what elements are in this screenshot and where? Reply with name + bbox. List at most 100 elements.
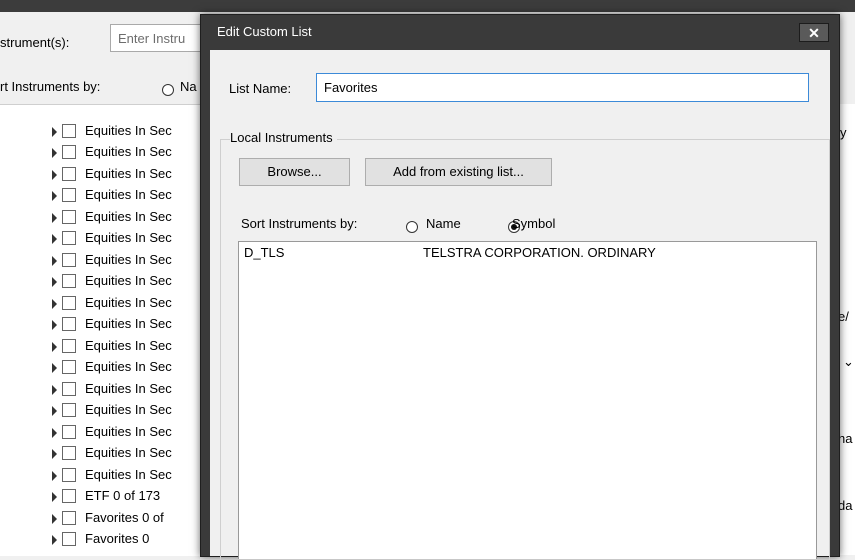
- tree-item[interactable]: Equities In Sec: [52, 143, 212, 163]
- list-item[interactable]: D_TLS TELSTRA CORPORATION. ORDINARY: [239, 242, 816, 262]
- expand-arrow-icon[interactable]: [52, 256, 57, 266]
- tree-item-label: Equities In Sec: [85, 166, 172, 181]
- tree-item-checkbox[interactable]: [62, 382, 76, 396]
- tree-item-checkbox[interactable]: [62, 167, 76, 181]
- tree-item-checkbox[interactable]: [62, 468, 76, 482]
- tree-item-checkbox[interactable]: [62, 231, 76, 245]
- tree-item-label: ETF 0 of 173: [85, 488, 161, 503]
- browse-button[interactable]: Browse...: [239, 158, 350, 186]
- instruments-search-input[interactable]: Enter Instru: [110, 24, 206, 52]
- tree-item-label: Equities In Sec: [85, 402, 172, 417]
- expand-arrow-icon[interactable]: [52, 277, 57, 287]
- tree-item-checkbox[interactable]: [62, 188, 76, 202]
- expand-arrow-icon[interactable]: [52, 213, 57, 223]
- local-instruments-group-label: Local Instruments: [230, 130, 337, 145]
- background-sort-label: rt Instruments by:: [0, 79, 101, 94]
- expand-arrow-icon[interactable]: [52, 342, 57, 352]
- expand-arrow-icon[interactable]: [52, 127, 57, 137]
- tree-item[interactable]: Equities In Sec: [52, 315, 212, 335]
- tree-item-label: Equities In Sec: [85, 316, 172, 331]
- tree-item-label: Equities In Sec: [85, 295, 172, 310]
- tree-item-checkbox[interactable]: [62, 145, 76, 159]
- list-name-input[interactable]: Favorites: [316, 73, 809, 102]
- instrument-name: TELSTRA CORPORATION. ORDINARY: [423, 245, 656, 260]
- tree-item[interactable]: Favorites 0: [52, 530, 212, 550]
- right-panel-fragment: da: [838, 498, 853, 513]
- tree-item-label: Equities In Sec: [85, 359, 172, 374]
- expand-arrow-icon[interactable]: [52, 234, 57, 244]
- tree-item-checkbox[interactable]: [62, 446, 76, 460]
- tree-item-label: Favorites 0 of: [85, 510, 164, 525]
- expand-arrow-icon[interactable]: [52, 320, 57, 330]
- tree-item[interactable]: Equities In Sec: [52, 444, 212, 464]
- expand-arrow-icon[interactable]: [52, 449, 57, 459]
- expand-arrow-icon[interactable]: [52, 385, 57, 395]
- tree-item[interactable]: Equities In Sec: [52, 186, 212, 206]
- expand-arrow-icon[interactable]: [52, 428, 57, 438]
- sort-by-name-radio[interactable]: [406, 221, 418, 233]
- tree-item[interactable]: Equities In Sec: [52, 380, 212, 400]
- tree-item[interactable]: Equities In Sec: [52, 466, 212, 486]
- expand-arrow-icon[interactable]: [52, 191, 57, 201]
- tree-item-checkbox[interactable]: [62, 511, 76, 525]
- tree-item-checkbox[interactable]: [62, 274, 76, 288]
- tree-item[interactable]: ETF 0 of 173: [52, 487, 212, 507]
- tree-item-checkbox[interactable]: [62, 317, 76, 331]
- expand-arrow-icon[interactable]: [52, 148, 57, 158]
- expand-arrow-icon[interactable]: [52, 514, 57, 524]
- sort-instruments-label: Sort Instruments by:: [241, 216, 358, 231]
- instruments-label: strument(s):: [0, 35, 70, 50]
- expand-arrow-icon[interactable]: [52, 363, 57, 373]
- tree-item-checkbox[interactable]: [62, 403, 76, 417]
- tree-item-label: Equities In Sec: [85, 467, 172, 482]
- tree-item[interactable]: Equities In Sec: [52, 122, 212, 142]
- tree-item-checkbox[interactable]: [62, 489, 76, 503]
- sort-by-name-label[interactable]: Name: [426, 216, 461, 231]
- expand-arrow-icon[interactable]: [52, 492, 57, 502]
- expand-arrow-icon[interactable]: [52, 170, 57, 180]
- tree-item-label: Equities In Sec: [85, 252, 172, 267]
- edit-custom-list-dialog: Edit Custom List ✕ List Name: Favorites …: [200, 14, 840, 560]
- instrument-tree-panel: Equities In Sec Equities In Sec Equities…: [0, 104, 210, 556]
- tree-item[interactable]: Equities In Sec: [52, 337, 212, 357]
- tree-item[interactable]: Equities In Sec: [52, 229, 212, 249]
- close-icon[interactable]: ✕: [799, 23, 829, 42]
- tree-item-label: Equities In Sec: [85, 144, 172, 159]
- tree-item-checkbox[interactable]: [62, 532, 76, 546]
- tree-item[interactable]: Equities In Sec: [52, 208, 212, 228]
- background-sort-name-label: Na: [180, 79, 197, 94]
- background-sort-name-radio[interactable]: [162, 84, 174, 96]
- tree-item[interactable]: Equities In Sec: [52, 272, 212, 292]
- right-panel-fragment: y: [840, 125, 847, 140]
- tree-item[interactable]: Equities In Sec: [52, 358, 212, 378]
- tree-item-checkbox[interactable]: [62, 339, 76, 353]
- sort-by-symbol-label[interactable]: Symbol: [512, 216, 555, 231]
- tree-item[interactable]: Equities In Sec: [52, 251, 212, 271]
- instrument-list[interactable]: D_TLS TELSTRA CORPORATION. ORDINARY: [238, 241, 817, 559]
- background-right-panel: y e/ ⌄ ha da: [838, 104, 855, 555]
- tree-item-checkbox[interactable]: [62, 253, 76, 267]
- tree-item-label: Equities In Sec: [85, 424, 172, 439]
- expand-arrow-icon[interactable]: [52, 535, 57, 545]
- tree-item-label: Equities In Sec: [85, 230, 172, 245]
- tree-item[interactable]: Equities In Sec: [52, 423, 212, 443]
- tree-item-label: Equities In Sec: [85, 273, 172, 288]
- tree-item-label: Equities In Sec: [85, 381, 172, 396]
- tree-item[interactable]: Equities In Sec: [52, 401, 212, 421]
- tree-item-checkbox[interactable]: [62, 124, 76, 138]
- add-from-existing-list-button[interactable]: Add from existing list...: [365, 158, 552, 186]
- tree-item-checkbox[interactable]: [62, 296, 76, 310]
- expand-arrow-icon[interactable]: [52, 471, 57, 481]
- chevron-down-icon[interactable]: ⌄: [843, 354, 854, 370]
- expand-arrow-icon[interactable]: [52, 406, 57, 416]
- tree-item-label: Equities In Sec: [85, 338, 172, 353]
- tree-item-checkbox[interactable]: [62, 360, 76, 374]
- tree-item[interactable]: Equities In Sec: [52, 165, 212, 185]
- tree-item-label: Equities In Sec: [85, 445, 172, 460]
- tree-item[interactable]: Equities In Sec: [52, 294, 212, 314]
- tree-item-checkbox[interactable]: [62, 425, 76, 439]
- expand-arrow-icon[interactable]: [52, 299, 57, 309]
- tree-item-label: Equities In Sec: [85, 209, 172, 224]
- tree-item-checkbox[interactable]: [62, 210, 76, 224]
- tree-item[interactable]: Favorites 0 of: [52, 509, 212, 529]
